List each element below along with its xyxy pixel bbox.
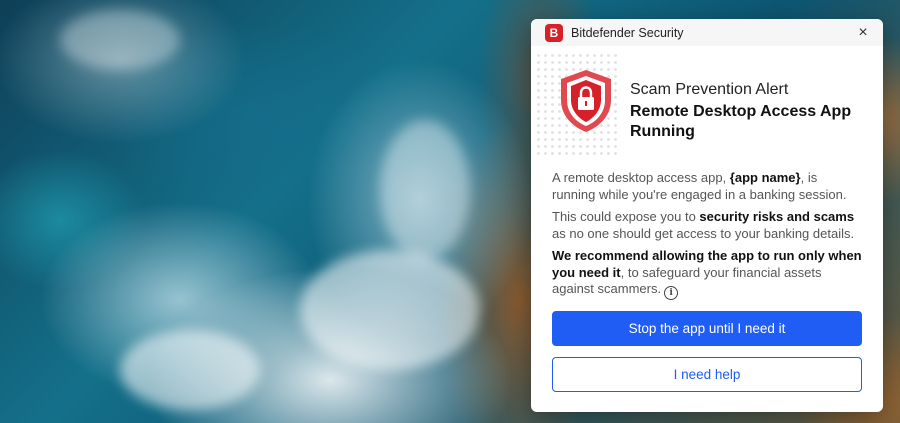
- alert-body: A remote desktop access app, {app name},…: [531, 158, 883, 301]
- scam-alert-notification: B Bitdefender Security × Scam Prevention…: [531, 19, 883, 412]
- paragraph-app-running: A remote desktop access app, {app name},…: [552, 170, 847, 202]
- notification-titlebar: B Bitdefender Security ×: [531, 19, 883, 46]
- alert-label: Scam Prevention Alert: [630, 81, 789, 98]
- wave-foam: [380, 120, 470, 260]
- info-icon[interactable]: i: [664, 286, 679, 301]
- app-title: Bitdefender Security: [571, 25, 684, 40]
- alert-header: Scam Prevention Alert Remote Desktop Acc…: [531, 46, 883, 158]
- close-icon[interactable]: ×: [855, 24, 871, 41]
- need-help-button[interactable]: I need help: [552, 357, 862, 392]
- app-name-placeholder: {app name}: [729, 170, 801, 185]
- wave-foam: [60, 10, 180, 70]
- alert-heading: Remote Desktop Access App Running: [630, 103, 852, 140]
- paragraph-recommendation: We recommend allowing the app to run onl…: [552, 248, 863, 301]
- paragraph-risk: This could expose you to security risks …: [552, 209, 855, 241]
- shield-lock-icon: [561, 70, 611, 132]
- wave-foam: [300, 250, 480, 370]
- stop-app-button[interactable]: Stop the app until I need it: [552, 311, 862, 346]
- wave-foam: [120, 330, 260, 410]
- bitdefender-logo-icon: B: [545, 23, 563, 42]
